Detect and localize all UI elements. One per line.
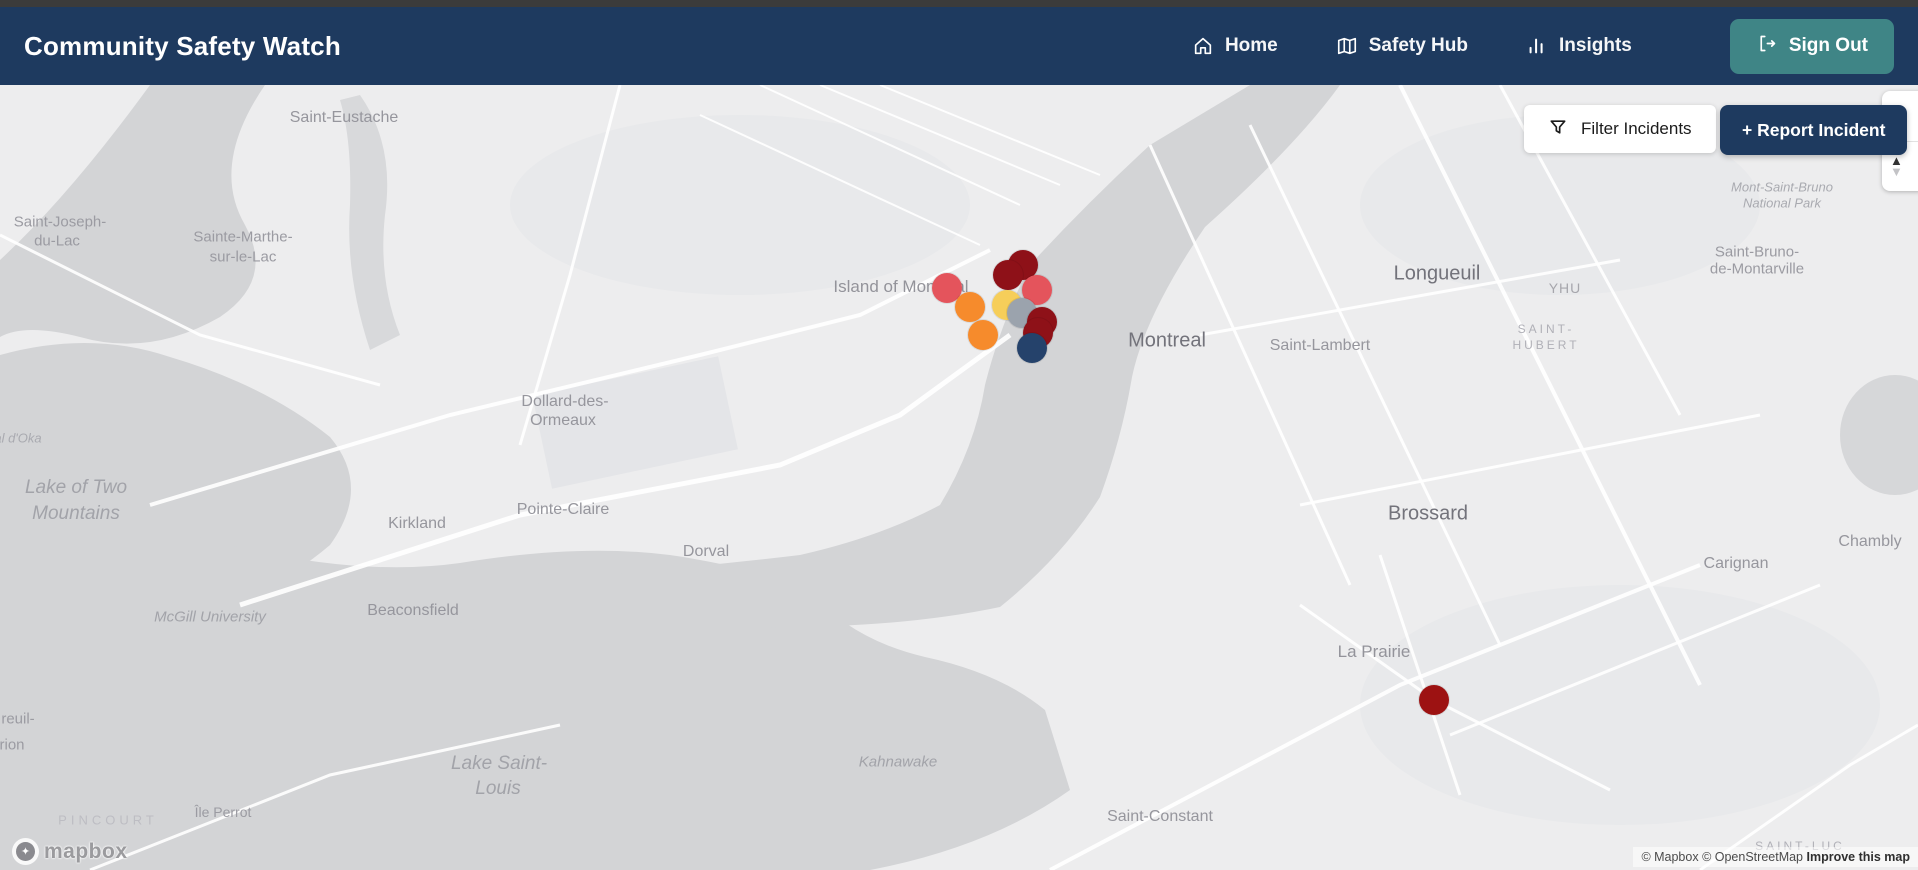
map-canvas[interactable]: Saint-Eustache Saint-Joseph-du-Lac Sainte-… — [0, 85, 1918, 870]
map-label: La Prairie — [1337, 642, 1411, 661]
nav-label: Safety Hub — [1368, 35, 1468, 56]
map-base-art — [0, 85, 1918, 870]
home-icon — [1192, 35, 1214, 57]
map-label: Dollard-des- — [521, 393, 609, 410]
map-label: Montreal — [1128, 329, 1206, 352]
map-attribution: © Mapbox © OpenStreetMap Improve this ma… — [1633, 847, 1918, 867]
incident-marker[interactable] — [1017, 333, 1047, 363]
map-label: Dorval — [682, 543, 730, 560]
map-label: Chambly — [1838, 533, 1902, 550]
map-label: Sainte-Marthe- — [193, 228, 293, 246]
map-label: PINCOURT — [58, 812, 158, 828]
map-label: Saint-Bruno- — [1714, 243, 1800, 261]
map-label: YHU — [1548, 280, 1582, 296]
compass-icon: ▲ ▼ — [1890, 153, 1903, 180]
map-label: Carignan — [1703, 555, 1769, 572]
map-label: National Park — [1742, 195, 1822, 211]
map-label: rion — [0, 736, 25, 754]
filter-label: Filter Incidents — [1581, 119, 1692, 138]
map-label: SAINT- — [1517, 322, 1575, 336]
filter-incidents-button[interactable]: Filter Incidents — [1524, 105, 1716, 153]
funnel-icon — [1548, 117, 1568, 142]
report-label: + Report Incident — [1742, 119, 1886, 140]
attribution-osm-link[interactable]: © OpenStreetMap — [1702, 850, 1803, 864]
map-label: McGill University — [154, 608, 266, 626]
map-label: Mountains — [32, 503, 120, 524]
incident-marker[interactable] — [968, 320, 998, 350]
map-label: al d'Oka — [0, 430, 42, 446]
top-strip — [0, 0, 1918, 7]
sign-out-label: Sign Out — [1788, 35, 1868, 56]
report-incident-button[interactable]: + Report Incident — [1720, 105, 1908, 155]
map-label: Kahnawake — [858, 753, 938, 771]
map-label: Ormeaux — [530, 412, 596, 429]
main-nav: Home Safety Hub Insights Sign Out — [1192, 18, 1894, 74]
improve-map-link[interactable]: Improve this map — [1807, 850, 1911, 864]
nav-item-safety-hub[interactable]: Safety Hub — [1336, 35, 1468, 57]
map-label: Mont-Saint-Bruno — [1731, 179, 1833, 195]
map-label: Kirkland — [388, 515, 446, 532]
nav-item-home[interactable]: Home — [1192, 35, 1278, 57]
incident-marker[interactable] — [955, 292, 985, 322]
app-title: Community Safety Watch — [24, 30, 341, 61]
map-label: Beaconsfield — [367, 602, 459, 619]
app-header: Community Safety Watch Home Safety Hub I… — [0, 7, 1918, 85]
map-label: Lake of Two — [24, 477, 128, 498]
nav-item-insights[interactable]: Insights — [1526, 35, 1632, 57]
map-label: reuil- — [1, 710, 35, 728]
map-label: HUBERT — [1512, 338, 1580, 352]
map-label: Saint-Lambert — [1269, 337, 1371, 354]
map-label: Louis — [475, 778, 521, 799]
incident-marker[interactable] — [1419, 685, 1449, 715]
map-label: Brossard — [1387, 502, 1469, 525]
mapbox-wordmark: mapbox — [44, 839, 128, 863]
nav-label: Insights — [1559, 35, 1632, 56]
map-label: sur-le-Lac — [209, 248, 277, 266]
map-label: Île Perrot — [194, 804, 252, 820]
map-label: Longueuil — [1393, 262, 1481, 285]
sign-out-icon — [1756, 33, 1777, 60]
map-label: Saint-Eustache — [289, 109, 399, 126]
map-label: Saint-Joseph- — [13, 213, 107, 231]
mapbox-logo[interactable]: ✦ mapbox — [12, 838, 128, 865]
bar-chart-icon — [1526, 35, 1548, 57]
nav-label: Home — [1224, 35, 1278, 56]
map-icon — [1336, 35, 1358, 57]
sign-out-button[interactable]: Sign Out — [1729, 18, 1894, 74]
map-label: Saint-Constant — [1107, 808, 1213, 825]
attribution-mapbox-link[interactable]: © Mapbox — [1641, 850, 1698, 864]
map-label: de-Montarville — [1709, 260, 1805, 278]
mapbox-logo-icon: ✦ — [12, 838, 39, 865]
map-label: Lake Saint- — [450, 753, 548, 774]
map-label: Pointe-Claire — [516, 501, 610, 518]
map-label: du-Lac — [34, 232, 80, 250]
incident-marker[interactable] — [993, 260, 1023, 290]
